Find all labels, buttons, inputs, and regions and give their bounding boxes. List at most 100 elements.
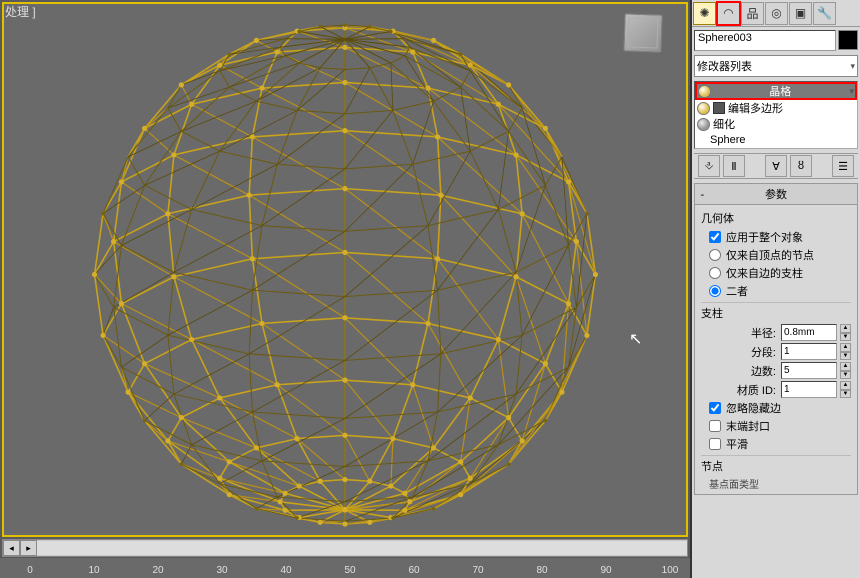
struts-radio-input[interactable]	[709, 267, 721, 279]
ruler-tick: 60	[408, 565, 419, 576]
stack-item[interactable]: 晶格	[695, 82, 857, 100]
joints-subtitle: 基点面类型	[701, 476, 851, 491]
joints-radio-input[interactable]	[709, 249, 721, 261]
create-tab-icon[interactable]: ✺	[693, 2, 716, 25]
timeline-scrollbar[interactable]: ◂ ▸	[2, 539, 688, 557]
scroll-track[interactable]	[37, 541, 687, 555]
radius-spinner[interactable]: 0.8mm	[781, 324, 837, 341]
stack-item-label: 编辑多边形	[728, 100, 783, 116]
viewport-label: 处理 ]	[5, 3, 36, 20]
matid-row: 材质 ID: 1 ▲▼	[701, 380, 851, 399]
viewport-area: 处理 ] ↖ ◂ ▸ 0 10 20 30 40 50 60 70 80 90 100	[0, 0, 690, 578]
app-root: 处理 ] ↖ ◂ ▸ 0 10 20 30 40 50 60 70 80 90 100 ✺ ◠ 品 …	[0, 0, 860, 578]
apply-whole-checkbox[interactable]: 应用于整个对象	[701, 228, 851, 246]
rollout-title: 参数	[765, 186, 787, 202]
sides-spinner[interactable]: 5	[781, 362, 837, 379]
joints-radio-label: 仅来自顶点的节点	[726, 247, 814, 263]
scroll-right-icon[interactable]: ▸	[20, 540, 37, 556]
smooth-label: 平滑	[726, 436, 748, 452]
struts-radio-label: 仅来自边的支柱	[726, 265, 803, 281]
remove-modifier-icon[interactable]: ȣ	[790, 155, 812, 177]
ignore-hidden-input[interactable]	[709, 402, 721, 414]
stack-item[interactable]: 细化	[695, 116, 857, 132]
hierarchy-tab-icon[interactable]: 品	[741, 2, 764, 25]
object-name-row: Sphere003	[692, 27, 860, 53]
segments-label: 分段:	[751, 344, 776, 360]
stack-item-label: 细化	[713, 116, 735, 132]
wireframe-sphere	[4, 4, 686, 535]
smooth-input[interactable]	[709, 438, 721, 450]
radius-row: 半径: 0.8mm ▲▼	[701, 323, 851, 342]
both-radio[interactable]: 二者	[701, 282, 851, 300]
joints-group-label: 节点	[701, 455, 851, 474]
utilities-tab-icon[interactable]: 🔧	[813, 2, 836, 25]
ruler-tick: 0	[27, 565, 33, 576]
modify-tab-icon[interactable]: ◠	[717, 2, 740, 25]
make-unique-icon[interactable]: ∀	[765, 155, 787, 177]
display-tab-icon[interactable]: ▣	[789, 2, 812, 25]
segments-row: 分段: 1 ▲▼	[701, 342, 851, 361]
both-radio-input[interactable]	[709, 285, 721, 297]
time-ruler[interactable]: 0 10 20 30 40 50 60 70 80 90 100	[0, 557, 690, 578]
struts-group-label: 支柱	[701, 302, 851, 321]
pin-stack-icon[interactable]: ⎀	[698, 155, 720, 177]
modifier-stack[interactable]: 晶格编辑多边形细化 Sphere	[694, 81, 858, 149]
stack-toolbar: ⎀ Ⅱ ∀ ȣ ☰	[694, 153, 858, 179]
viewport[interactable]: ↖	[2, 2, 688, 537]
ruler-tick: 90	[600, 565, 611, 576]
end-caps-label: 末端封口	[726, 418, 770, 434]
sides-spin-buttons[interactable]: ▲▼	[840, 362, 851, 379]
command-panel: ✺ ◠ 品 ◎ ▣ 🔧 Sphere003 修改器列表 晶格编辑多边形细化 Sph…	[690, 0, 860, 578]
ruler-tick: 100	[662, 565, 679, 576]
bulb-icon[interactable]	[698, 85, 711, 98]
bulb-icon[interactable]	[697, 118, 710, 131]
stack-item-label: 晶格	[769, 83, 791, 99]
ruler-tick: 50	[344, 565, 355, 576]
collapse-icon[interactable]: -	[699, 188, 706, 201]
segments-spin-buttons[interactable]: ▲▼	[840, 343, 851, 360]
joints-from-verts-radio[interactable]: 仅来自顶点的节点	[701, 246, 851, 264]
sides-label: 边数:	[751, 363, 776, 379]
struts-from-edges-radio[interactable]: 仅来自边的支柱	[701, 264, 851, 282]
rollout-body: 几何体 应用于整个对象 仅来自顶点的节点 仅来自边的支柱 二者 支柱	[695, 205, 857, 494]
sides-row: 边数: 5 ▲▼	[701, 361, 851, 380]
viewcube[interactable]	[623, 13, 662, 52]
rollout-header[interactable]: - 参数	[695, 184, 857, 205]
smooth-checkbox[interactable]: 平滑	[701, 435, 851, 453]
ignore-hidden-checkbox[interactable]: 忽略隐藏边	[701, 399, 851, 417]
stack-item[interactable]: Sphere	[695, 132, 857, 148]
both-radio-label: 二者	[726, 283, 748, 299]
radius-spin-buttons[interactable]: ▲▼	[840, 324, 851, 341]
stack-item[interactable]: 编辑多边形	[695, 100, 857, 116]
parameters-rollout: - 参数 几何体 应用于整个对象 仅来自顶点的节点 仅来自边的支柱	[694, 183, 858, 495]
cube-icon	[713, 102, 725, 114]
show-end-result-icon[interactable]: Ⅱ	[723, 155, 745, 177]
end-caps-input[interactable]	[709, 420, 721, 432]
scroll-left-icon[interactable]: ◂	[3, 540, 20, 556]
motion-tab-icon[interactable]: ◎	[765, 2, 788, 25]
object-name-input[interactable]: Sphere003	[694, 30, 836, 51]
ruler-tick: 70	[472, 565, 483, 576]
ruler-tick: 40	[280, 565, 291, 576]
bulb-icon[interactable]	[697, 102, 710, 115]
radius-label: 半径:	[751, 325, 776, 341]
geometry-group-label: 几何体	[701, 210, 851, 226]
modifier-list-value[interactable]: 修改器列表	[694, 55, 858, 77]
panel-tabs: ✺ ◠ 品 ◎ ▣ 🔧	[692, 0, 860, 27]
object-color-swatch[interactable]	[838, 30, 858, 50]
ruler-tick: 80	[536, 565, 547, 576]
stack-item-label: Sphere	[710, 134, 745, 146]
apply-whole-label: 应用于整个对象	[726, 229, 803, 245]
ruler-tick: 30	[216, 565, 227, 576]
end-caps-checkbox[interactable]: 末端封口	[701, 417, 851, 435]
segments-spinner[interactable]: 1	[781, 343, 837, 360]
ignore-hidden-label: 忽略隐藏边	[726, 400, 781, 416]
ruler-tick: 20	[152, 565, 163, 576]
apply-whole-input[interactable]	[709, 231, 721, 243]
modifier-list-dropdown[interactable]: 修改器列表	[692, 53, 860, 79]
ruler-tick: 10	[88, 565, 99, 576]
matid-spinner[interactable]: 1	[781, 381, 837, 398]
configure-sets-icon[interactable]: ☰	[832, 155, 854, 177]
matid-spin-buttons[interactable]: ▲▼	[840, 381, 851, 398]
matid-label: 材质 ID:	[737, 382, 776, 398]
